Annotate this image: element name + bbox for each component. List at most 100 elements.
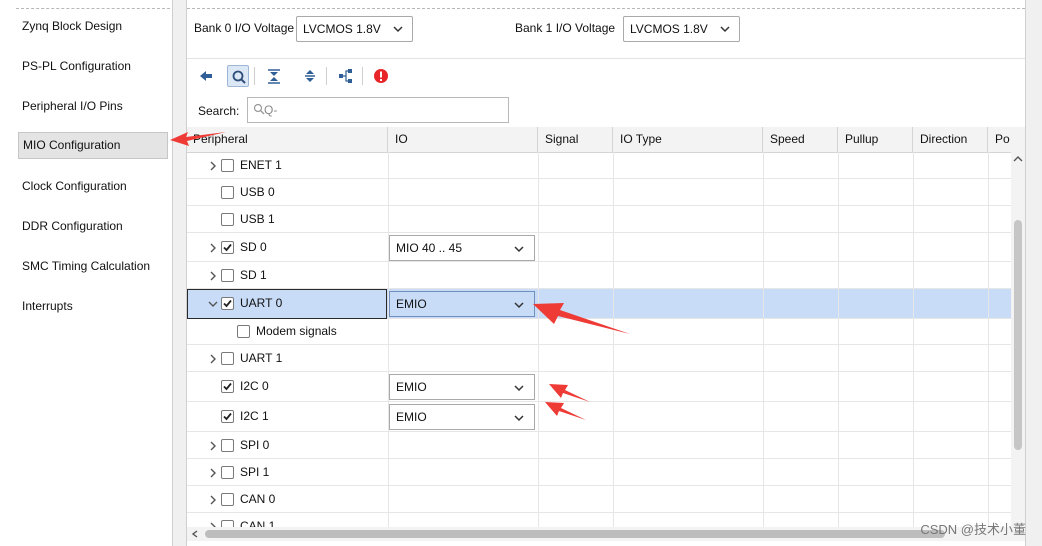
checkbox[interactable] <box>237 325 250 338</box>
sidebar-item-interrupts[interactable]: Interrupts <box>18 293 168 319</box>
column-divider <box>538 206 539 232</box>
search-input[interactable]: Q- <box>247 97 509 123</box>
column-divider <box>838 233 839 261</box>
table-row[interactable]: CAN 0 <box>187 486 1011 513</box>
table-row[interactable]: I2C 1 EMIO <box>187 402 1011 432</box>
table-header: Peripheral IO Signal IO Type Speed Pullu… <box>187 127 1025 153</box>
column-divider <box>988 459 989 485</box>
column-header-pullup[interactable]: Pullup <box>838 127 913 152</box>
bank1-voltage-label: Bank 1 I/O Voltage <box>515 21 616 35</box>
column-header-po[interactable]: Po <box>988 127 1025 152</box>
column-header-signal[interactable]: Signal <box>538 127 613 152</box>
io-select[interactable]: EMIO <box>389 404 535 430</box>
io-select[interactable]: MIO 40 .. 45 <box>389 235 535 261</box>
table-row[interactable]: I2C 0 EMIO <box>187 372 1011 402</box>
back-button[interactable] <box>195 65 217 87</box>
chevron-right-icon[interactable] <box>208 161 218 171</box>
scroll-left-icon[interactable] <box>191 530 199 538</box>
checkbox[interactable] <box>221 493 234 506</box>
column-divider <box>838 432 839 458</box>
checkbox[interactable] <box>221 186 234 199</box>
chevron-down-icon <box>720 26 730 33</box>
chevron-right-icon[interactable] <box>208 468 218 478</box>
table-row[interactable]: SD 0 MIO 40 .. 45 <box>187 233 1011 262</box>
peripheral-name: SPI 0 <box>240 438 270 452</box>
search-toggle-button[interactable] <box>227 65 249 87</box>
column-divider <box>988 289 989 318</box>
horizontal-scroll-thumb[interactable] <box>205 530 945 538</box>
bank0-voltage-label: Bank 0 I/O Voltage <box>194 21 295 35</box>
chevron-right-icon[interactable] <box>208 243 218 253</box>
error-button[interactable] <box>370 65 392 87</box>
chevron-right-icon[interactable] <box>208 354 218 364</box>
column-divider <box>613 432 614 458</box>
collapse-all-button[interactable] <box>263 65 285 87</box>
table-row[interactable]: USB 1 <box>187 206 1011 233</box>
column-divider <box>613 233 614 261</box>
sidebar-item-ddr-configuration[interactable]: DDR Configuration <box>18 213 168 239</box>
search-label: Search: <box>198 104 240 118</box>
checkbox[interactable] <box>221 439 234 452</box>
column-header-speed[interactable]: Speed <box>763 127 838 152</box>
selection-focus-outline <box>187 289 387 319</box>
io-select[interactable]: EMIO <box>389 374 535 400</box>
sidebar-item-ps-pl-configuration[interactable]: PS-PL Configuration <box>18 53 168 79</box>
table-row[interactable]: UART 1 <box>187 345 1011 372</box>
search-icon <box>232 70 246 84</box>
peripheral-name: USB 0 <box>240 185 275 199</box>
column-divider <box>913 152 914 178</box>
sidebar-item-peripheral-io-pins[interactable]: Peripheral I/O Pins <box>18 93 168 119</box>
chevron-right-icon[interactable] <box>208 495 218 505</box>
expand-all-button[interactable] <box>299 65 321 87</box>
scroll-up-icon[interactable] <box>1013 155 1023 163</box>
column-divider <box>913 206 914 232</box>
sidebar-item-mio-configuration[interactable]: MIO Configuration <box>18 132 168 159</box>
table-row[interactable]: ENET 1 <box>187 152 1011 179</box>
sidebar-item-clock-configuration[interactable]: Clock Configuration <box>18 173 168 199</box>
chevron-right-icon[interactable] <box>208 271 218 281</box>
column-divider <box>913 319 914 344</box>
column-header-io[interactable]: IO <box>388 127 538 152</box>
sidebar-item-zynq-block-design[interactable]: Zynq Block Design <box>18 13 168 39</box>
hierarchy-button[interactable] <box>335 65 357 87</box>
checkbox[interactable] <box>221 466 234 479</box>
table-row[interactable]: SD 1 <box>187 262 1011 289</box>
checkbox[interactable] <box>221 241 234 254</box>
column-divider <box>613 152 614 178</box>
chevron-right-icon[interactable] <box>208 441 218 451</box>
table-row[interactable]: CAN 1 <box>187 513 1011 527</box>
io-value: EMIO <box>396 410 427 424</box>
checkbox[interactable] <box>221 352 234 365</box>
checkbox[interactable] <box>221 410 234 423</box>
checkbox[interactable] <box>221 380 234 393</box>
peripheral-name: USB 1 <box>240 212 275 226</box>
checkbox[interactable] <box>221 159 234 172</box>
table-row[interactable]: USB 0 <box>187 179 1011 206</box>
column-divider <box>613 402 614 431</box>
checkbox[interactable] <box>221 520 234 527</box>
sidebar-item-smc-timing-calculation[interactable]: SMC Timing Calculation <box>18 253 168 279</box>
checkbox[interactable] <box>221 213 234 226</box>
column-divider <box>913 459 914 485</box>
column-divider <box>388 206 389 232</box>
column-divider <box>763 179 764 205</box>
vertical-scrollbar[interactable] <box>1011 152 1025 527</box>
chevron-down-icon <box>393 26 403 33</box>
bank1-voltage-value: LVCMOS 1.8V <box>630 22 708 36</box>
column-divider <box>913 289 914 318</box>
peripheral-name: CAN 0 <box>240 492 276 506</box>
table-row[interactable]: SPI 1 <box>187 459 1011 486</box>
column-divider <box>838 513 839 527</box>
column-divider <box>913 432 914 458</box>
vertical-scroll-thumb[interactable] <box>1014 220 1022 450</box>
checkbox[interactable] <box>221 269 234 282</box>
column-divider <box>913 513 914 527</box>
io-select[interactable]: EMIO <box>389 291 535 317</box>
horizontal-scrollbar[interactable] <box>187 527 1025 541</box>
column-header-direction[interactable]: Direction <box>913 127 988 152</box>
bank1-voltage-select[interactable]: LVCMOS 1.8V <box>623 16 740 42</box>
table-row[interactable]: SPI 0 <box>187 432 1011 459</box>
column-header-io-type[interactable]: IO Type <box>613 127 763 152</box>
io-value: MIO 40 .. 45 <box>396 241 463 255</box>
bank0-voltage-select[interactable]: LVCMOS 1.8V <box>296 16 413 42</box>
